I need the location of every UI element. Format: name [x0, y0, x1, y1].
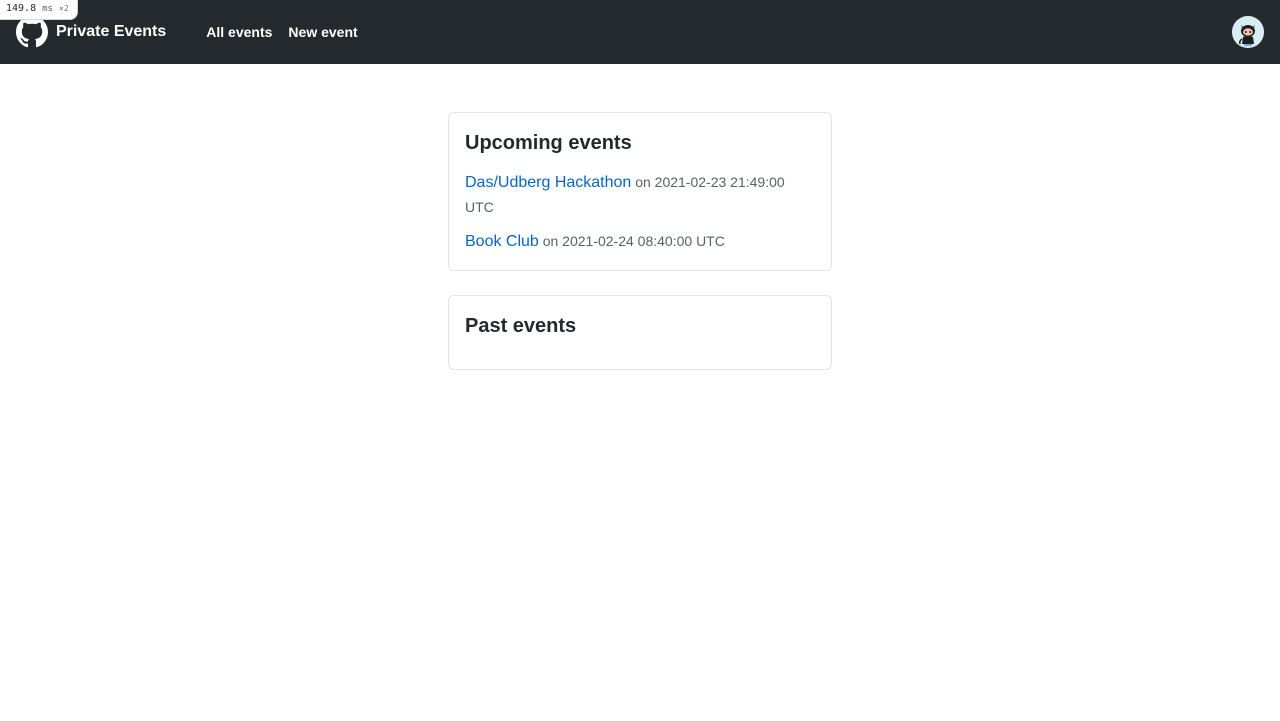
event-link[interactable]: Das/Udberg Hackathon	[465, 174, 631, 191]
perf-value: 149.8	[6, 3, 37, 14]
main-nav: All events New event	[206, 24, 373, 40]
past-events-title: Past events	[465, 315, 577, 337]
upcoming-events-list: Das/Udberg Hackathon on 2021-02-23 21:49…	[465, 170, 815, 254]
event-date: on 2021-02-24 08:40:00 UTC	[542, 233, 725, 249]
top-navbar: Private Events All events New event	[0, 0, 1280, 64]
octocat-avatar-icon[interactable]	[1232, 16, 1264, 48]
list-item: Das/Udberg Hackathon on 2021-02-23 21:49…	[465, 170, 815, 219]
nav-all-events[interactable]: All events	[206, 24, 272, 40]
perf-multiplier: ×2	[59, 4, 69, 13]
performance-badge: 149.8 ms ×2	[0, 0, 78, 20]
event-link[interactable]: Book Club	[465, 233, 539, 250]
list-item: Book Club on 2021-02-24 08:40:00 UTC	[465, 229, 815, 254]
upcoming-events-title: Upcoming events	[465, 132, 632, 154]
past-events-card: Past events	[448, 295, 832, 370]
perf-unit: ms	[42, 4, 53, 14]
brand-name: Private Events	[56, 23, 167, 40]
github-logo-icon	[16, 16, 48, 48]
nav-new-event[interactable]: New event	[288, 24, 357, 40]
main-content: Upcoming events Das/Udberg Hackathon on …	[448, 112, 832, 370]
upcoming-events-card: Upcoming events Das/Udberg Hackathon on …	[448, 112, 832, 271]
brand-link[interactable]: Private Events	[16, 16, 166, 48]
